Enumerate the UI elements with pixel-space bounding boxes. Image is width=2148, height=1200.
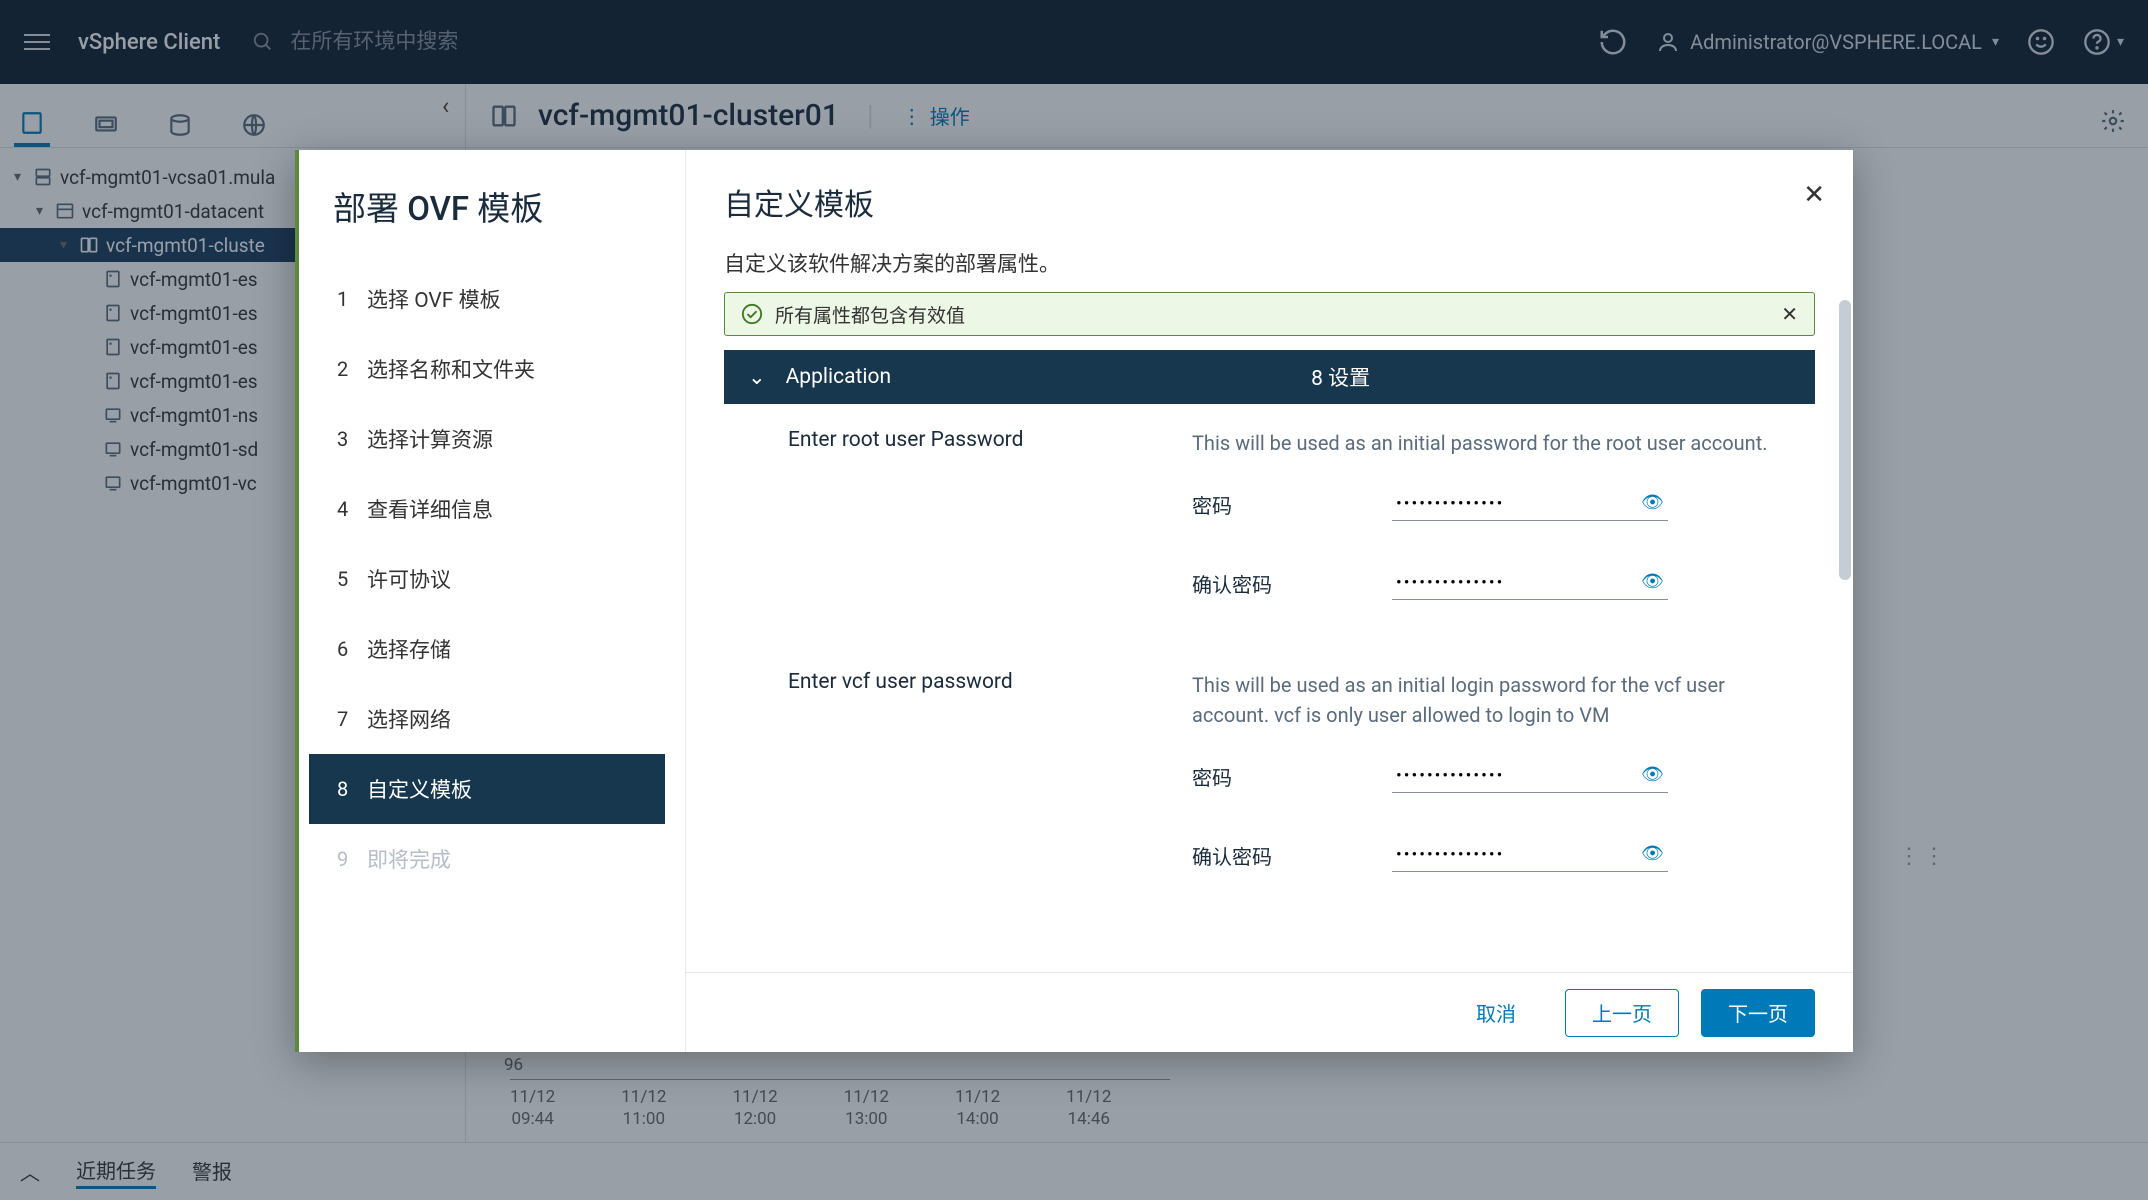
wizard-step-9: 9即将完成 (333, 824, 665, 894)
form-row-vcf-pw: Enter vcf user password This will be use… (724, 646, 1815, 918)
root-password-confirm-input[interactable] (1392, 567, 1668, 600)
wizard-step-1[interactable]: 1选择 OVF 模板 (333, 264, 665, 334)
modal-backdrop: 部署 OVF 模板 1选择 OVF 模板2选择名称和文件夹3选择计算资源4查看详… (0, 0, 2148, 1200)
step-subtitle: 自定义该软件解决方案的部署属性。 (724, 248, 1815, 278)
close-banner-icon[interactable]: ✕ (1781, 302, 1798, 326)
wizard-step-6[interactable]: 6选择存储 (333, 614, 665, 684)
step-number: 6 (337, 637, 367, 661)
eye-icon[interactable]: 👁 (1641, 492, 1664, 513)
step-label: 自定义模板 (367, 774, 472, 804)
step-number: 3 (337, 427, 367, 451)
wizard-step-3[interactable]: 3选择计算资源 (333, 404, 665, 474)
wizard-title: 部署 OVF 模板 (333, 182, 665, 230)
field-label: Enter vcf user password (788, 670, 1192, 918)
deploy-ovf-modal: 部署 OVF 模板 1选择 OVF 模板2选择名称和文件夹3选择计算资源4查看详… (295, 150, 1853, 1052)
wizard-step-4[interactable]: 4查看详细信息 (333, 474, 665, 544)
confirm-password-label: 确认密码 (1192, 569, 1312, 598)
step-number: 7 (337, 707, 367, 731)
wizard-step-8[interactable]: 8自定义模板 (309, 754, 665, 824)
step-label: 选择网络 (367, 704, 451, 734)
form-row-root-pw: Enter root user Password This will be us… (724, 404, 1815, 646)
success-banner: 所有属性都包含有效值 ✕ (724, 292, 1815, 336)
chevron-down-icon: ⌄ (748, 365, 766, 390)
field-label: Enter root user Password (788, 428, 1192, 646)
step-label: 许可协议 (367, 564, 451, 594)
step-label: 选择 OVF 模板 (367, 284, 501, 314)
wizard-nav: 部署 OVF 模板 1选择 OVF 模板2选择名称和文件夹3选择计算资源4查看详… (295, 150, 685, 1052)
wizard-footer: 取消 上一页 下一页 (686, 972, 1853, 1052)
eye-icon[interactable]: 👁 (1641, 843, 1664, 864)
wizard-step-2[interactable]: 2选择名称和文件夹 (333, 334, 665, 404)
check-circle-icon (741, 303, 763, 325)
step-number: 9 (337, 847, 367, 871)
section-body: Enter root user Password This will be us… (724, 404, 1815, 942)
back-button[interactable]: 上一页 (1565, 989, 1679, 1037)
collapse-sidebar-button[interactable]: ‹ (442, 92, 449, 120)
eye-icon[interactable]: 👁 (1641, 571, 1664, 592)
password-label: 密码 (1192, 762, 1312, 791)
step-number: 1 (337, 287, 367, 311)
vcf-password-input[interactable] (1392, 760, 1668, 793)
confirm-password-label: 确认密码 (1192, 841, 1312, 870)
step-label: 选择存储 (367, 634, 451, 664)
section-count: 8 设置 (1311, 362, 1370, 392)
success-text: 所有属性都包含有效值 (775, 301, 965, 328)
section-name: Application (786, 365, 891, 389)
wizard-content: ✕ 自定义模板 自定义该软件解决方案的部署属性。 所有属性都包含有效值 ✕ ⌄ … (685, 150, 1853, 1052)
step-number: 2 (337, 357, 367, 381)
wizard-step-7[interactable]: 7选择网络 (333, 684, 665, 754)
step-number: 5 (337, 567, 367, 591)
password-label: 密码 (1192, 490, 1312, 519)
cancel-button[interactable]: 取消 (1449, 989, 1543, 1037)
wizard-step-5[interactable]: 5许可协议 (333, 544, 665, 614)
modal-body: 部署 OVF 模板 1选择 OVF 模板2选择名称和文件夹3选择计算资源4查看详… (295, 150, 1853, 1052)
field-description: This will be used as an initial login pa… (1192, 670, 1791, 730)
step-label: 选择名称和文件夹 (367, 354, 535, 384)
step-label: 选择计算资源 (367, 424, 493, 454)
root-password-input[interactable] (1392, 488, 1668, 521)
step-number: 8 (337, 777, 367, 801)
close-button[interactable]: ✕ (1803, 180, 1825, 210)
wizard-content-inner: 自定义模板 自定义该软件解决方案的部署属性。 所有属性都包含有效值 ✕ ⌄ Ap… (686, 150, 1853, 972)
step-label: 查看详细信息 (367, 494, 493, 524)
step-number: 4 (337, 497, 367, 521)
vcf-password-confirm-input[interactable] (1392, 839, 1668, 872)
section-application-header[interactable]: ⌄ Application 8 设置 (724, 350, 1815, 404)
step-label: 即将完成 (367, 844, 451, 874)
field-description: This will be used as an initial password… (1192, 428, 1791, 458)
step-title: 自定义模板 (724, 180, 1815, 224)
scrollbar[interactable] (1839, 300, 1851, 580)
eye-icon[interactable]: 👁 (1641, 764, 1664, 785)
next-button[interactable]: 下一页 (1701, 989, 1815, 1037)
